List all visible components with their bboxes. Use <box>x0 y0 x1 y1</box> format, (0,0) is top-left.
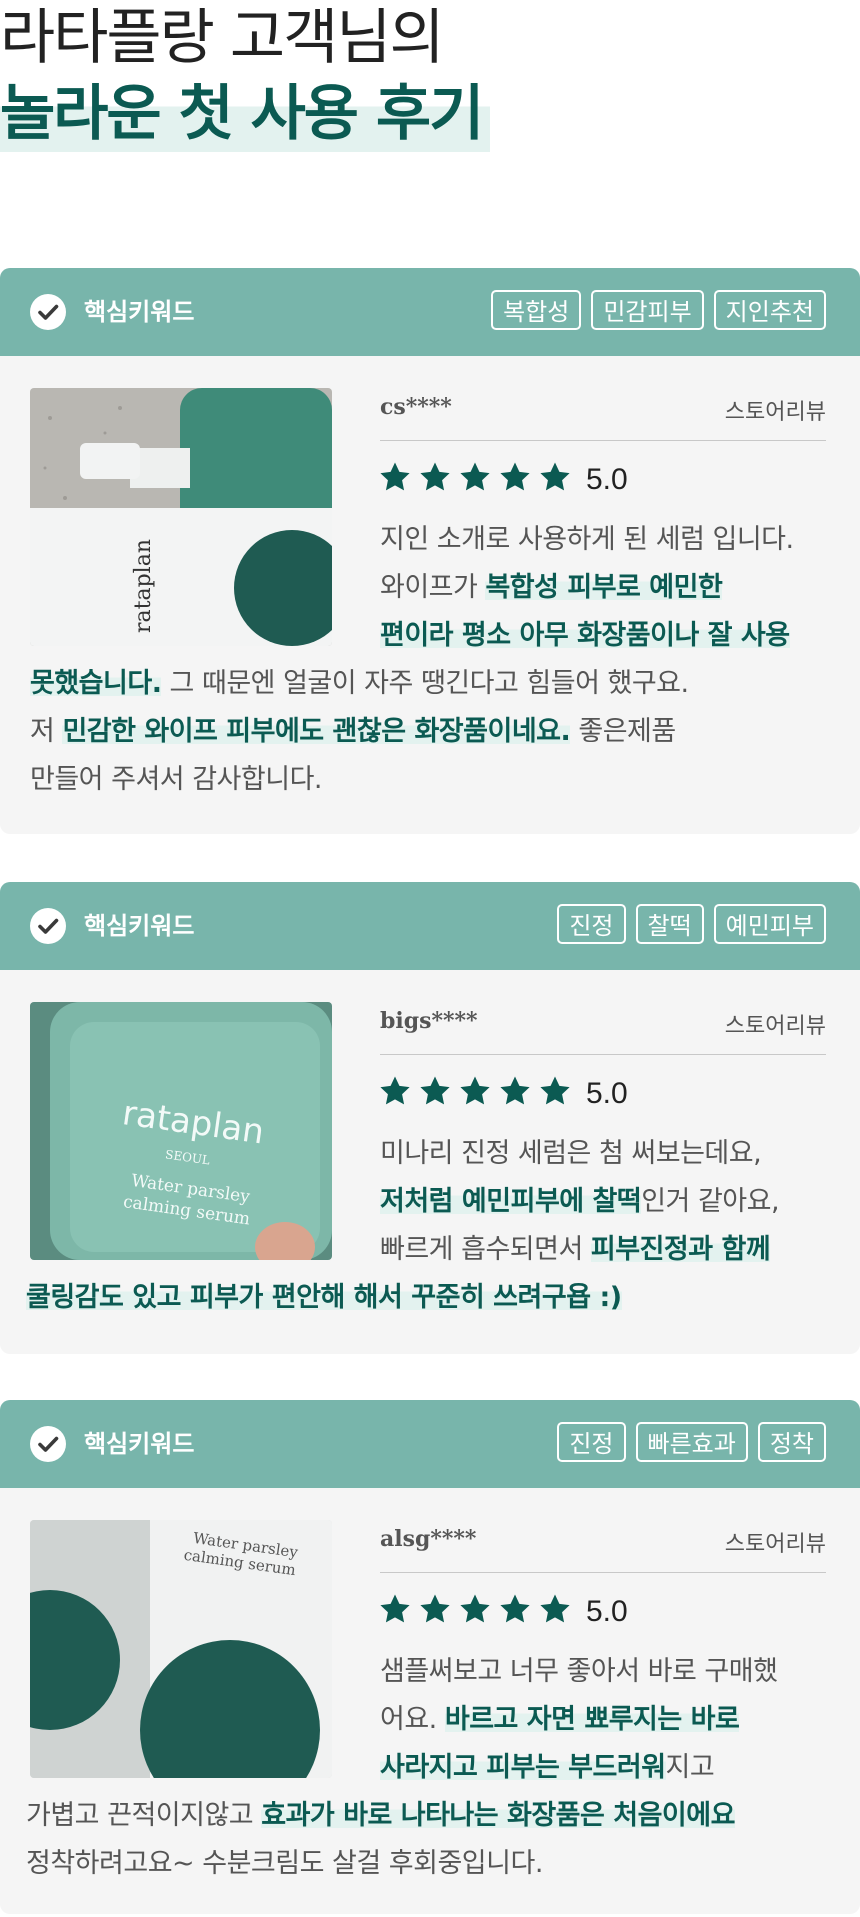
review-line: 저 민감한 와이프 피부에도 괜찮은 화장품이네요. 좋은제품 <box>30 708 676 756</box>
review-text-segment: 저 <box>30 716 63 747</box>
review-text-segment: 빠르게 흡수되면서 <box>380 1234 591 1265</box>
review-line: 어요. 바르고 자면 뾰루지는 바로 <box>380 1696 740 1744</box>
keyword-tags: 복합성 민감피부 지인추천 <box>491 290 826 330</box>
star-icon <box>418 1594 458 1623</box>
review-meta: cs**** 스토어리뷰 <box>380 388 826 441</box>
review-photo[interactable]: rataplan <box>30 388 332 646</box>
reviewer-name: bigs**** <box>380 1008 478 1034</box>
stars <box>378 460 578 494</box>
review-line: 만들어 주셔서 감사합니다. <box>30 756 323 804</box>
rating-score: 5.0 <box>586 1595 628 1628</box>
review-card: 핵심키워드 진정 찰떡 예민피부 rataplan SEOUL Water parsley c… <box>0 882 860 1354</box>
review-text-segment: 인거 같아요, <box>641 1186 780 1217</box>
review-line: 미나리 진정 세럼은 첨 써보는데요, <box>380 1130 762 1178</box>
stars <box>378 1074 578 1108</box>
keyword-tag: 진정 <box>557 1422 626 1462</box>
review-text-segment: 어요. <box>380 1704 445 1735</box>
reviewer-name: alsg**** <box>380 1526 477 1552</box>
keyword-tag: 찰떡 <box>635 904 704 944</box>
keyword-tag: 정착 <box>757 1422 826 1462</box>
star-icon <box>458 462 498 491</box>
review-text-segment: 그 때문엔 얼굴이 자주 땡긴다고 힘들어 했구요. <box>161 668 690 699</box>
review-line: 샘플써보고 너무 좋아서 바로 구매했 <box>380 1648 778 1696</box>
svg-text:rataplan: rataplan <box>131 539 156 633</box>
review-line: 지인 소개로 사용하게 된 세럼 입니다. <box>380 516 794 564</box>
star-icon <box>498 462 538 491</box>
keyword-tags: 진정 빠른효과 정착 <box>557 1422 826 1462</box>
keyword-header: 핵심키워드 진정 빠른효과 정착 <box>0 1400 860 1488</box>
star-icon <box>538 1594 578 1623</box>
stars <box>378 1592 578 1626</box>
star-icon <box>378 1594 418 1623</box>
check-circle-icon <box>30 1426 66 1462</box>
star-icon <box>538 1076 578 1105</box>
review-text-segment: 지고 <box>665 1752 715 1783</box>
check-circle-icon <box>30 294 66 330</box>
keyword-label: 핵심키워드 <box>84 298 195 326</box>
star-icon <box>538 462 578 491</box>
highlighted-text: 민감한 와이프 피부에도 괜찮은 화장품이네요. <box>62 716 571 747</box>
keyword-label: 핵심키워드 <box>84 912 195 940</box>
review-line: 못했습니다. 그 때문엔 얼굴이 자주 땡긴다고 힘들어 했구요. <box>30 660 689 708</box>
star-icon <box>418 1076 458 1105</box>
highlighted-text: 못했습니다. <box>30 668 162 699</box>
review-text-segment: 샘플써보고 너무 좋아서 바로 구매했 <box>380 1656 778 1687</box>
keyword-label: 핵심키워드 <box>84 1430 195 1458</box>
review-source: 스토어리뷰 <box>724 1532 826 1557</box>
keyword-tag: 복합성 <box>491 290 582 330</box>
review-line: 사라지고 피부는 부드러워지고 <box>380 1744 715 1792</box>
review-meta: alsg**** 스토어리뷰 <box>380 1520 826 1573</box>
highlighted-text: 쿨링감도 있고 피부가 편안해 해서 꾸준히 쓰려구욥 :) <box>26 1282 622 1313</box>
keyword-tag: 민감피부 <box>591 290 704 330</box>
check-circle-icon <box>30 908 66 944</box>
review-text-segment: 와이프가 <box>380 572 486 603</box>
keyword-tag: 예민피부 <box>713 904 826 944</box>
star-icon <box>458 1594 498 1623</box>
star-icon <box>378 462 418 491</box>
review-text-segment: 미나리 진정 세럼은 첨 써보는데요, <box>380 1138 762 1169</box>
keyword-tags: 진정 찰떡 예민피부 <box>557 904 826 944</box>
review-card: 핵심키워드 복합성 민감피부 지인추천 rataplan cs**** 스토어리뷰 5.0 지인… <box>0 268 860 834</box>
review-line: 편이라 평소 아무 화장품이나 잘 사용 <box>380 612 790 660</box>
keyword-header: 핵심키워드 복합성 민감피부 지인추천 <box>0 268 860 356</box>
keyword-header: 핵심키워드 진정 찰떡 예민피부 <box>0 882 860 970</box>
star-icon <box>498 1076 538 1105</box>
highlighted-text: 효과가 바로 나타나는 화장품은 처음이에요 <box>261 1800 735 1831</box>
review-source: 스토어리뷰 <box>724 400 826 425</box>
rating-score: 5.0 <box>586 463 628 496</box>
review-text-segment: 가볍고 끈적이지않고 <box>26 1800 262 1831</box>
star-icon <box>418 462 458 491</box>
review-text-segment: 정착하려고요~ 수분크림도 살걸 후회중입니다. <box>26 1848 543 1879</box>
headline-line-1: 라타플랑 고객님의 <box>0 3 445 73</box>
rating-score: 5.0 <box>586 1077 628 1110</box>
review-meta: bigs**** 스토어리뷰 <box>380 1002 826 1055</box>
review-line: 와이프가 복합성 피부로 예민한 <box>380 564 723 612</box>
highlighted-text: 복합성 피부로 예민한 <box>485 572 723 603</box>
highlighted-text: 편이라 평소 아무 화장품이나 잘 사용 <box>380 620 790 651</box>
review-line: 저처럼 예민피부에 찰떡인거 같아요, <box>380 1178 780 1226</box>
review-card: 핵심키워드 진정 빠른효과 정착 Water parsley calming serum a… <box>0 1400 860 1914</box>
review-text-segment: 지인 소개로 사용하게 된 세럼 입니다. <box>380 524 794 555</box>
highlighted-text: 사라지고 피부는 부드러워 <box>380 1752 666 1783</box>
reviewer-name: cs**** <box>380 394 452 420</box>
keyword-tag: 지인추천 <box>713 290 826 330</box>
keyword-tag: 빠른효과 <box>635 1422 748 1462</box>
star-icon <box>458 1076 498 1105</box>
review-text-segment: 좋은제품 <box>570 716 676 747</box>
highlighted-text: 저처럼 예민피부에 찰떡 <box>380 1186 642 1217</box>
review-line: 쿨링감도 있고 피부가 편안해 해서 꾸준히 쓰려구욥 :) <box>26 1274 622 1322</box>
review-text-segment: 만들어 주셔서 감사합니다. <box>30 764 323 795</box>
review-line: 가볍고 끈적이지않고 효과가 바로 나타나는 화장품은 처음이에요 <box>26 1792 735 1840</box>
highlighted-text: 피부진정과 함께 <box>590 1234 771 1265</box>
review-source: 스토어리뷰 <box>724 1014 826 1039</box>
highlighted-text: 바르고 자면 뾰루지는 바로 <box>444 1704 740 1735</box>
review-photo[interactable]: Water parsley calming serum <box>30 1520 332 1778</box>
star-icon <box>498 1594 538 1623</box>
review-line: 정착하려고요~ 수분크림도 살걸 후회중입니다. <box>26 1840 543 1888</box>
headline-line-2: 놀라운 첫 사용 후기 <box>0 76 491 152</box>
review-photo[interactable]: rataplan SEOUL Water parsley calming serum <box>30 1002 332 1260</box>
star-icon <box>378 1076 418 1105</box>
keyword-tag: 진정 <box>557 904 626 944</box>
review-line: 빠르게 흡수되면서 피부진정과 함께 <box>380 1226 771 1274</box>
